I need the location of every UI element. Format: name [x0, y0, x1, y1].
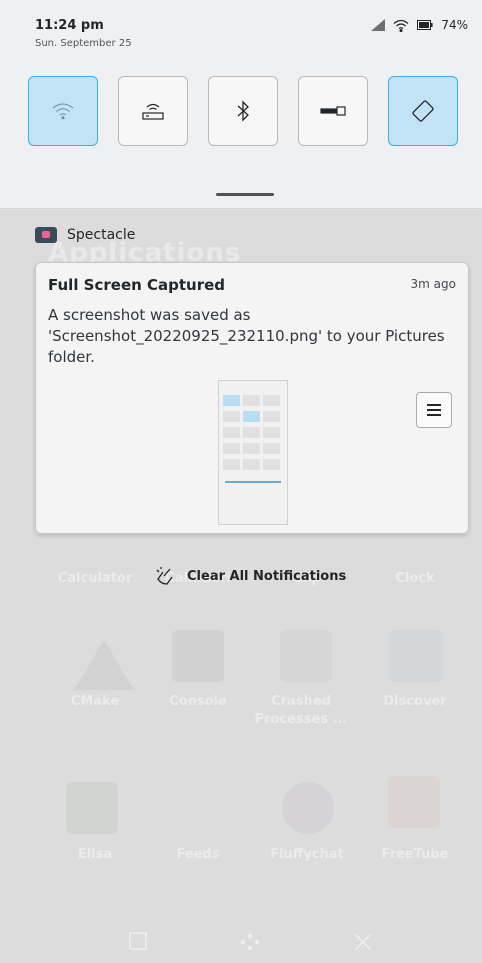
home-icon[interactable] — [239, 932, 261, 952]
notification-body: A screenshot was saved as 'Screenshot_20… — [48, 306, 445, 366]
app-label-elisa[interactable]: Elisa — [40, 846, 150, 864]
flashlight-icon — [320, 106, 346, 116]
crashed-processes-icon — [280, 630, 332, 682]
app-label-crashed-processes[interactable]: Crashed Processes ... — [252, 693, 350, 729]
hamburger-menu-icon — [427, 404, 441, 416]
notification-time: 3m ago — [410, 277, 456, 291]
bluetooth-toggle[interactable] — [208, 76, 278, 146]
screenshot-thumbnail[interactable] — [218, 380, 288, 525]
hotspot-toggle[interactable] — [118, 76, 188, 146]
quick-settings-drawer: 11:24 pm Sun. September 25 74% — [0, 0, 482, 209]
app-label-clock[interactable]: Clock — [360, 570, 470, 588]
notification-app-header: Spectacle — [35, 227, 135, 243]
quick-settings-row — [28, 76, 458, 146]
elisa-icon — [66, 782, 118, 834]
wifi-status-icon — [393, 19, 409, 32]
notification-card[interactable]: Full Screen Captured 3m ago A screenshot… — [35, 262, 469, 534]
hotspot-icon — [142, 103, 164, 120]
clear-all-notifications-button[interactable]: Clear All Notifications — [155, 566, 346, 586]
spectacle-icon — [35, 227, 57, 243]
app-label-fluffychat[interactable]: Fluffychat — [252, 846, 362, 864]
console-icon — [172, 630, 224, 682]
overview-icon[interactable] — [129, 932, 147, 950]
battery-icon — [417, 20, 433, 30]
cmake-icon — [74, 640, 134, 690]
app-label-calculator[interactable]: Calculator — [40, 570, 150, 588]
notification-title: Full Screen Captured — [48, 276, 226, 294]
auto-rotate-toggle[interactable] — [388, 76, 458, 146]
notification-app-name: Spectacle — [67, 227, 136, 243]
close-icon[interactable] — [353, 932, 373, 952]
broom-icon — [156, 567, 173, 585]
bluetooth-icon — [237, 100, 249, 122]
app-label-cmake[interactable]: CMake — [40, 693, 150, 711]
flashlight-toggle[interactable] — [298, 76, 368, 146]
drawer-drag-handle[interactable] — [216, 193, 274, 196]
app-label-freetube[interactable]: FreeTube — [360, 846, 470, 864]
wifi-icon — [52, 103, 74, 120]
signal-icon — [371, 19, 386, 31]
feeds-icon — [172, 782, 224, 834]
wifi-toggle[interactable] — [28, 76, 98, 146]
freetube-icon — [388, 776, 440, 828]
clock-time: 11:24 pm — [35, 18, 104, 33]
fluffychat-icon — [282, 782, 334, 834]
discover-icon — [390, 630, 442, 682]
clear-all-label: Clear All Notifications — [187, 568, 347, 584]
app-label-console[interactable]: Console — [143, 693, 253, 711]
app-label-discover[interactable]: Discover — [360, 693, 470, 711]
clock-date: Sun. September 25 — [35, 38, 132, 49]
notification-menu-button[interactable] — [416, 392, 452, 428]
battery-percent: 74% — [441, 18, 468, 32]
navigation-bar — [0, 908, 482, 963]
status-indicators: 74% — [371, 18, 468, 32]
auto-rotate-icon — [412, 100, 434, 122]
app-label-feeds[interactable]: Feeds — [143, 846, 253, 864]
